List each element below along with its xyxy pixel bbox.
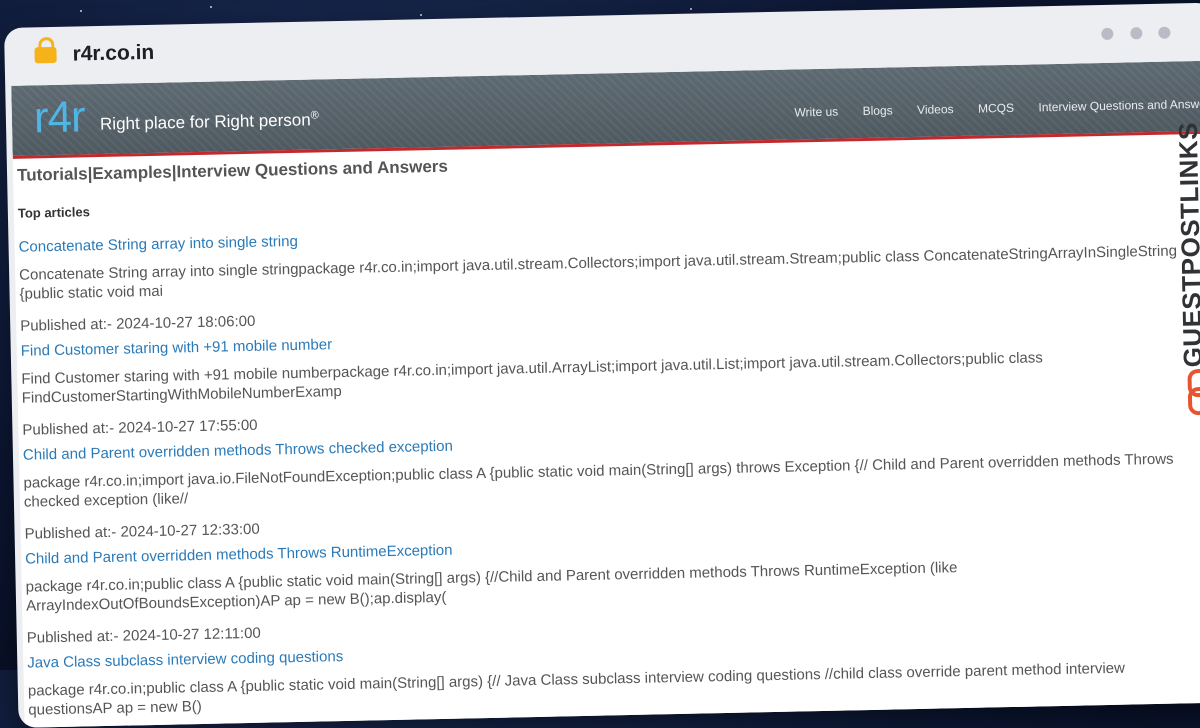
tagline-text: Right place for Right person bbox=[99, 110, 311, 134]
article-item: Concatenate String array into single str… bbox=[18, 214, 1190, 335]
nav-blogs[interactable]: Blogs bbox=[862, 103, 892, 118]
nav-interview-questions[interactable]: Interview Questions and Answers bbox=[1038, 97, 1200, 115]
site-tagline: Right place for Right person® bbox=[100, 109, 319, 134]
url-text[interactable]: r4r.co.in bbox=[72, 41, 154, 67]
star bbox=[210, 6, 212, 8]
watermark-text: GUESTPOSTLINKS bbox=[1172, 121, 1200, 368]
dot-icon bbox=[1158, 26, 1171, 39]
main-content: Tutorials|Examples|Interview Questions a… bbox=[17, 141, 1199, 728]
lock-icon bbox=[34, 46, 57, 64]
star bbox=[420, 14, 422, 16]
site-logo[interactable]: r4r bbox=[33, 92, 85, 143]
star bbox=[690, 8, 692, 10]
watermark: GUESTPOSTLINKS bbox=[1170, 119, 1200, 420]
article-item: Child and Parent overridden methods Thro… bbox=[23, 422, 1195, 543]
article-item: Find Customer staring with +91 mobile nu… bbox=[21, 318, 1193, 439]
star bbox=[80, 10, 82, 12]
nav-write-us[interactable]: Write us bbox=[794, 105, 838, 120]
page-viewport: r4r Right place for Right person® Write … bbox=[11, 60, 1200, 728]
registered-mark: ® bbox=[310, 109, 319, 122]
top-nav: Write us Blogs Videos MCQS Interview Que… bbox=[774, 95, 1200, 122]
nav-mcqs[interactable]: MCQS bbox=[978, 101, 1014, 116]
link-icon bbox=[1187, 368, 1200, 398]
dot-icon bbox=[1101, 27, 1114, 41]
article-item: Java Class subclass interview coding que… bbox=[27, 630, 1198, 719]
window-controls bbox=[1089, 26, 1171, 46]
nav-videos[interactable]: Videos bbox=[917, 102, 954, 117]
logo-text: r4r bbox=[33, 92, 86, 143]
section-label: Top articles bbox=[17, 204, 91, 221]
dot-icon bbox=[1129, 27, 1143, 40]
browser-window: r4r.co.in r4r Right place for Right pers… bbox=[4, 2, 1200, 728]
article-item: Child and Parent overridden methods Thro… bbox=[25, 526, 1197, 647]
